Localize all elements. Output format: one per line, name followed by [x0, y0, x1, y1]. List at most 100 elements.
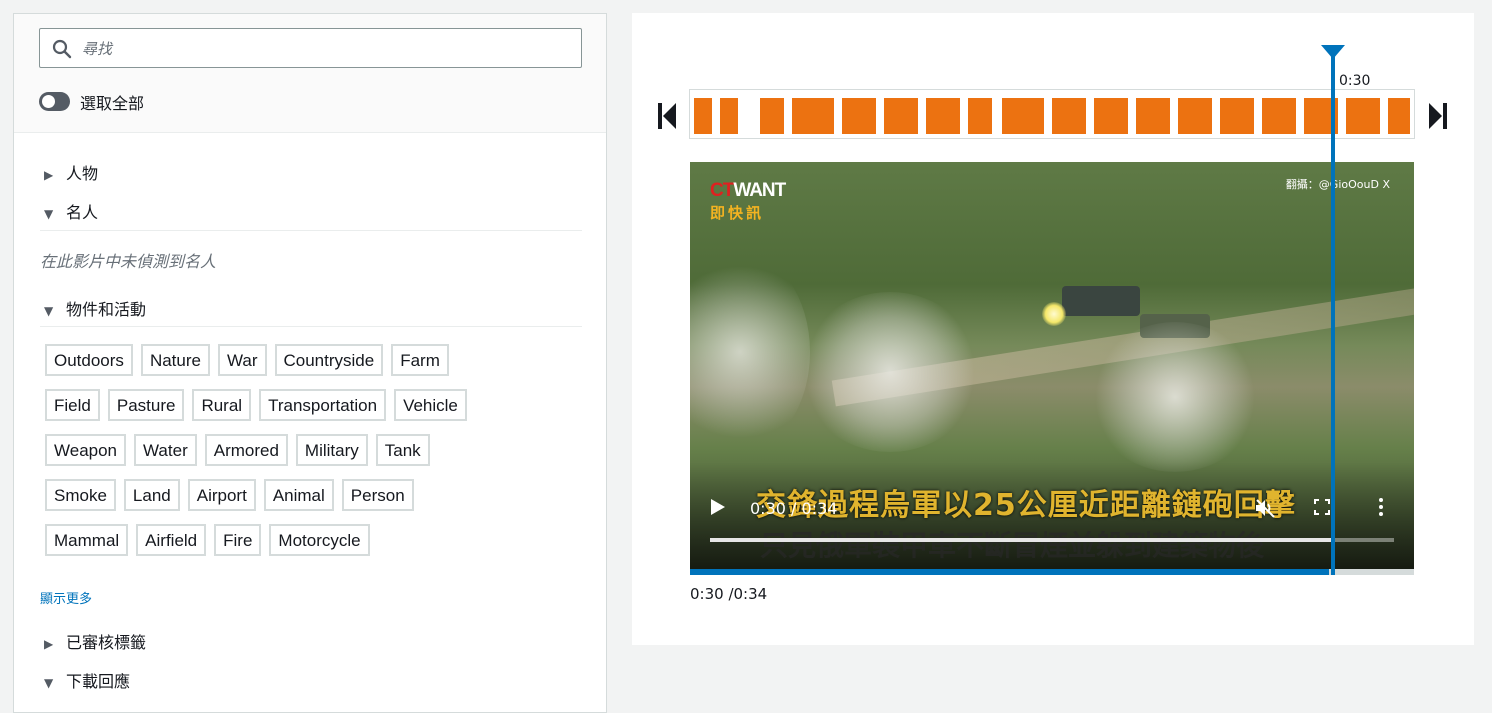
video-frame-thumbnail[interactable]: [1136, 98, 1170, 134]
section-celebrities[interactable]: ▼ 名人: [44, 199, 98, 223]
caret-down-icon: ▼: [44, 207, 54, 221]
select-all-label: 選取全部: [80, 94, 145, 113]
timeline-progress-fill: [690, 569, 1329, 575]
video-frame-thumbnail[interactable]: [1346, 98, 1380, 134]
fullscreen-icon[interactable]: [1314, 499, 1330, 515]
caret-right-icon: ▶: [44, 168, 54, 182]
video-frame-thumbnail[interactable]: [760, 98, 784, 134]
video-frame-thumbnail[interactable]: [1388, 98, 1410, 134]
toggle-knob: [42, 95, 55, 108]
video-frame-thumbnail[interactable]: [1178, 98, 1212, 134]
label-tag[interactable]: Countryside: [274, 344, 384, 376]
label-tag[interactable]: Mammal: [45, 524, 129, 556]
label-tag[interactable]: Field: [45, 389, 100, 421]
section-objects[interactable]: ▼ 物件和活動: [44, 296, 146, 320]
label-tag[interactable]: Transportation: [259, 389, 387, 421]
logo-text-red: CT: [710, 180, 734, 201]
search-box[interactable]: [39, 28, 582, 69]
section-moderation-label: 已審核標籤: [66, 633, 147, 652]
playhead-line[interactable]: [1331, 55, 1335, 575]
video-smoke: [690, 252, 810, 452]
label-tag[interactable]: Animal: [263, 479, 334, 511]
video-frame-thumbnail[interactable]: [1220, 98, 1254, 134]
video-subtitle-second: 只見俄軍裝甲車不斷冒煙並躲到建築物後: [760, 529, 1265, 562]
logo-text-white: WANT: [733, 180, 786, 201]
next-frame-icon[interactable]: [1427, 101, 1449, 131]
label-tag[interactable]: Motorcycle: [269, 524, 370, 556]
label-tag[interactable]: Outdoors: [45, 344, 133, 376]
label-tag[interactable]: Person: [341, 479, 414, 511]
section-moderation[interactable]: ▶ 已審核標籤: [44, 629, 146, 653]
label-tag[interactable]: Rural: [192, 389, 252, 421]
tag-row: Field Pasture Rural Transportation Vehicle: [45, 389, 545, 421]
video-frame-thumbnail[interactable]: [926, 98, 960, 134]
label-tag[interactable]: Fire: [214, 524, 262, 556]
search-icon: [52, 39, 72, 59]
label-tag[interactable]: Smoke: [45, 479, 116, 511]
label-tag[interactable]: Military: [295, 434, 368, 466]
video-frame-thumbnail[interactable]: [1094, 98, 1128, 134]
ctwant-logo: CTWANT 即快訊: [710, 180, 806, 226]
label-tag[interactable]: Tank: [375, 434, 430, 466]
section-celebrities-label: 名人: [66, 203, 99, 222]
label-tag[interactable]: Airfield: [136, 524, 207, 556]
label-tag[interactable]: Nature: [140, 344, 210, 376]
celebrities-empty-note: 在此影片中未偵測到名人: [40, 252, 217, 271]
label-tag[interactable]: Armored: [204, 434, 288, 466]
time-readout: 0:30 /0:34: [690, 585, 768, 603]
label-tag[interactable]: Weapon: [45, 434, 127, 466]
video-frame-thumbnail[interactable]: [1052, 98, 1086, 134]
label-filter-panel: 選取全部 ▶ 人物 ▼ 名人 在此影片中未偵測到名人 ▼ 物件和活動 Outdoors…: [13, 13, 607, 713]
tag-row: Weapon Water Armored Military Tank: [45, 434, 545, 466]
muted-speaker-icon[interactable]: [1254, 497, 1276, 519]
timeline-track[interactable]: [690, 569, 1414, 575]
section-people[interactable]: ▶ 人物: [44, 160, 98, 184]
filter-header: 選取全部: [14, 14, 606, 133]
section-objects-label: 物件和活動: [66, 300, 147, 319]
video-player[interactable]: CTWANT 即快訊 翻攝：@GioOouD X 交鋒過程烏軍以25公厘近距離鏈…: [690, 162, 1414, 571]
video-frame-thumbnail[interactable]: [1262, 98, 1296, 134]
video-frame-thumbnail[interactable]: [1002, 98, 1044, 134]
tag-row: Outdoors Nature War Countryside Farm: [45, 344, 545, 376]
more-options-icon[interactable]: [1378, 497, 1384, 517]
label-tag[interactable]: Land: [123, 479, 180, 511]
video-frame-thumbnail[interactable]: [792, 98, 834, 134]
label-tag[interactable]: Airport: [187, 479, 256, 511]
tag-row: Mammal Airfield Fire Motorcycle: [45, 524, 545, 556]
video-frame-thumbnail[interactable]: [720, 98, 738, 134]
video-frame-thumbnail[interactable]: [884, 98, 918, 134]
video-frame-thumbnail[interactable]: [694, 98, 712, 134]
video-progress-fill: [710, 538, 1333, 542]
label-tag[interactable]: Vehicle: [394, 389, 467, 421]
label-tag[interactable]: Farm: [391, 344, 449, 376]
video-frame-thumbnail[interactable]: [842, 98, 876, 134]
video-smoke: [800, 292, 980, 452]
tag-row: Smoke Land Airport Animal Person: [45, 479, 545, 511]
caret-down-icon: ▼: [44, 676, 54, 690]
label-tag[interactable]: Pasture: [107, 389, 185, 421]
video-progress-bar[interactable]: [710, 538, 1394, 542]
video-frame-thumbnail[interactable]: [968, 98, 992, 134]
divider: [40, 326, 582, 327]
video-muzzle-flash: [1042, 302, 1066, 326]
playhead-time-label: 0:30: [1339, 73, 1371, 89]
label-tag[interactable]: Water: [134, 434, 197, 466]
play-icon[interactable]: [710, 498, 726, 516]
section-download[interactable]: ▼ 下載回應: [44, 668, 130, 692]
divider: [40, 230, 582, 231]
select-all-toggle[interactable]: [39, 92, 70, 111]
tag-list: Outdoors Nature War Countryside Farm Field Pas…: [45, 344, 545, 569]
section-people-label: 人物: [66, 164, 99, 183]
caret-right-icon: ▶: [44, 637, 54, 651]
frame-filmstrip[interactable]: [689, 89, 1415, 139]
label-tag[interactable]: War: [217, 344, 267, 376]
caret-down-icon: ▼: [44, 304, 54, 318]
video-smoke: [1090, 322, 1260, 472]
logo-subtext: 即快訊: [710, 204, 765, 222]
show-more-link[interactable]: 顯示更多: [40, 588, 92, 607]
video-credit: 翻攝：@GioOouD X: [1285, 178, 1390, 191]
previous-frame-icon[interactable]: [656, 101, 678, 131]
section-download-label: 下載回應: [66, 672, 131, 691]
video-time: 0:30 / 0:34: [750, 499, 838, 518]
search-input[interactable]: [80, 29, 564, 69]
